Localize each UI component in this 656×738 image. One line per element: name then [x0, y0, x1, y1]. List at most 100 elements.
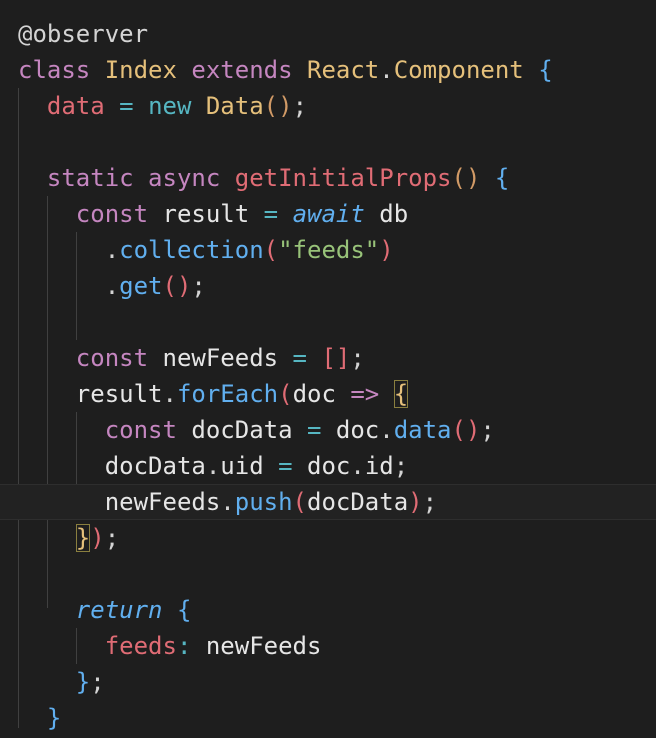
code-token: (): [162, 272, 192, 300]
code-token: ): [408, 488, 423, 516]
code-token: (: [278, 380, 293, 408]
code-token: .: [18, 236, 120, 264]
code-token: class: [18, 56, 105, 84]
code-token: newFeeds: [162, 344, 293, 372]
code-token: const: [18, 416, 192, 444]
code-token: ;: [90, 668, 105, 696]
code-line-text: class Index extends React.Component {: [18, 52, 553, 88]
code-token: get: [119, 272, 163, 300]
code-token: const: [18, 344, 163, 372]
code-line-text: static async getInitialProps() {: [18, 160, 509, 196]
code-line-text: });: [18, 520, 119, 556]
code-token: Component: [393, 56, 539, 84]
code-token: ;: [393, 452, 409, 480]
matched-bracket: }: [75, 524, 91, 552]
code-token: {: [538, 56, 553, 84]
code-token: .: [18, 272, 120, 300]
code-line[interactable]: class Index extends React.Component {: [0, 52, 656, 88]
code-token: ;: [422, 488, 438, 516]
code-token: {: [176, 596, 192, 624]
code-token: []: [321, 344, 351, 372]
code-token: ;: [480, 416, 495, 444]
code-line-text: const newFeeds = [];: [18, 340, 365, 376]
code-token: doc: [307, 452, 351, 480]
code-token: ;: [104, 524, 120, 552]
code-token: :: [176, 632, 206, 660]
code-token: =: [306, 416, 336, 444]
code-token: docData: [307, 488, 409, 516]
code-token: async: [148, 164, 235, 192]
code-line[interactable]: [0, 124, 656, 160]
code-token: .: [350, 452, 365, 480]
code-token: =: [278, 452, 307, 480]
code-token: =: [263, 200, 293, 228]
code-token: ;: [191, 272, 206, 300]
code-line-text: const docData = doc.data();: [18, 412, 495, 448]
code-token: uid: [220, 452, 279, 480]
code-token: =: [119, 92, 149, 120]
code-line-text: result.forEach(doc => {: [18, 376, 409, 412]
code-line[interactable]: [0, 304, 656, 340]
code-token: =>: [350, 380, 394, 408]
code-line[interactable]: docData.uid = doc.id;: [0, 448, 656, 484]
code-token: doc: [292, 380, 351, 408]
code-token: ): [379, 236, 394, 264]
code-token: return: [18, 596, 177, 624]
code-token: doc: [335, 416, 380, 444]
code-token: forEach: [176, 380, 279, 408]
code-token: {: [494, 164, 510, 192]
code-line[interactable]: });: [0, 520, 656, 556]
code-line[interactable]: static async getInitialProps() {: [0, 160, 656, 196]
code-token: =: [292, 344, 322, 372]
code-line-current[interactable]: newFeeds.push(docData);: [0, 484, 656, 520]
code-token: await: [292, 200, 380, 228]
code-line[interactable]: const docData = doc.data();: [0, 412, 656, 448]
code-token: }: [18, 668, 91, 696]
code-token: .: [220, 488, 235, 516]
code-token: getInitialProps: [234, 164, 452, 192]
code-line[interactable]: [0, 556, 656, 592]
code-token: .: [379, 56, 394, 84]
code-token: id: [364, 452, 394, 480]
code-token: docData: [191, 416, 307, 444]
code-line-text: };: [18, 664, 105, 700]
code-line[interactable]: .get();: [0, 268, 656, 304]
code-token: ;: [350, 344, 365, 372]
code-line-text: data = new Data();: [18, 88, 307, 124]
code-line[interactable]: return {: [0, 592, 656, 628]
code-token: docData: [18, 452, 206, 480]
code-editor[interactable]: @observer class Index extends React.Compo…: [0, 0, 656, 738]
code-line[interactable]: @observer: [0, 16, 656, 52]
code-line[interactable]: .collection("feeds"): [0, 232, 656, 268]
code-token: newFeeds: [205, 632, 322, 660]
code-line-text: }: [18, 700, 61, 736]
code-token: new: [148, 92, 206, 120]
code-token: db: [379, 200, 409, 228]
code-line[interactable]: }: [0, 700, 656, 736]
code-token: result: [162, 200, 264, 228]
code-token: collection: [119, 236, 264, 264]
code-token: const: [18, 200, 163, 228]
code-token: Data: [205, 92, 264, 120]
code-token: React: [307, 56, 380, 84]
code-line-text: @observer: [18, 16, 148, 52]
code-token: (: [292, 488, 307, 516]
code-line[interactable]: data = new Data();: [0, 88, 656, 124]
code-line[interactable]: result.forEach(doc => {: [0, 376, 656, 412]
code-line[interactable]: const newFeeds = [];: [0, 340, 656, 376]
code-line[interactable]: };: [0, 664, 656, 700]
code-line[interactable]: feeds: newFeeds: [0, 628, 656, 664]
code-token: Index: [104, 56, 192, 84]
code-token: data: [18, 92, 120, 120]
code-line-text: const result = await db: [18, 196, 408, 232]
code-token: }: [18, 704, 62, 732]
code-token: (: [263, 236, 279, 264]
code-line-text: return {: [18, 592, 192, 628]
code-token: "feeds": [278, 236, 380, 264]
code-token: newFeeds: [18, 488, 221, 516]
matched-bracket: {: [393, 380, 409, 408]
code-token: .: [162, 380, 177, 408]
code-line[interactable]: const result = await db: [0, 196, 656, 232]
code-line-text: newFeeds.push(docData);: [18, 485, 437, 519]
